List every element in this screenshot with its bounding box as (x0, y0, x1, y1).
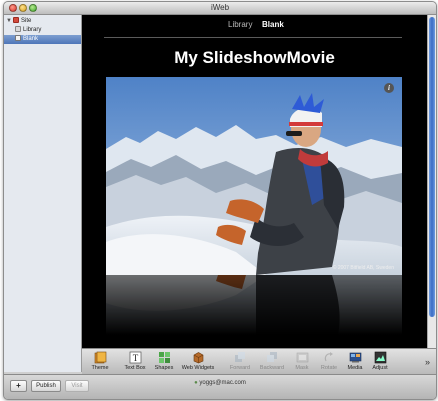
photo-credit: © 2007 Bitfield AB, Sweden (332, 265, 394, 271)
forward-icon (234, 352, 245, 362)
page-title[interactable]: My SlideshowMovie (82, 48, 427, 68)
text-box-icon: T (129, 351, 141, 364)
window-title: iWeb (210, 3, 230, 12)
vertical-scrollbar[interactable] (427, 15, 436, 348)
media-button[interactable]: Media (345, 351, 365, 371)
site-sidebar: ▼ Site Library Blank (4, 15, 82, 372)
slideshow-photo[interactable]: i © 2007 Bitfield AB, Sweden (106, 77, 402, 275)
theme-icon (94, 351, 106, 364)
media-icon (349, 352, 361, 363)
sidebar-item-library[interactable]: Library (15, 26, 41, 35)
toolbar-overflow-icon[interactable]: » (425, 357, 430, 367)
adjust-button[interactable]: Adjust (370, 351, 390, 371)
disclosure-triangle-icon[interactable]: ▼ (6, 17, 13, 26)
account-status: ● yoggs@mac.com (194, 380, 246, 386)
sidebar-item-site[interactable]: ▼ Site (6, 17, 31, 26)
page-icon (15, 35, 21, 41)
svg-text:T: T (132, 353, 138, 363)
photo-reflection (106, 275, 402, 335)
backward-icon (266, 352, 277, 362)
forward-button[interactable]: Forward (227, 351, 253, 371)
site-icon (13, 17, 19, 23)
rotate-icon (324, 352, 333, 362)
sidebar-item-blank[interactable]: Blank (4, 35, 81, 44)
web-widgets-icon (193, 352, 203, 364)
nav-item-blank[interactable]: Blank (262, 20, 284, 29)
page-icon (15, 26, 21, 32)
bottom-toolbar: Theme T Text Box Shapes Web Widgets Forw… (82, 348, 436, 375)
nav-item-library[interactable]: Library (228, 20, 252, 29)
adjust-icon (374, 351, 386, 364)
mask-icon (296, 352, 308, 363)
title-bar[interactable]: iWeb (4, 2, 436, 15)
scrollbar-thumb[interactable] (429, 17, 435, 317)
backward-button[interactable]: Backward (257, 351, 287, 371)
mountain-photo-image (106, 77, 402, 275)
info-icon[interactable]: i (384, 83, 394, 93)
shapes-button[interactable]: Shapes (152, 351, 176, 371)
nav-divider (104, 37, 402, 38)
page-canvas[interactable]: Library Blank My SlideshowMovie i © 2007… (82, 15, 436, 348)
iweb-window: iWeb ▼ Site Library Blank Library Blank M… (3, 1, 437, 400)
status-bar: + Publish Visit ● yoggs@mac.com (4, 374, 436, 399)
reflection-image (106, 275, 402, 335)
mask-button[interactable]: Mask (292, 351, 312, 371)
shapes-icon (158, 352, 170, 363)
rotate-button[interactable]: Rotate (319, 351, 339, 371)
theme-button[interactable]: Theme (87, 351, 113, 371)
text-box-button[interactable]: T Text Box (122, 351, 148, 371)
web-widgets-button[interactable]: Web Widgets (181, 351, 215, 371)
globe-icon: ● (194, 380, 198, 386)
